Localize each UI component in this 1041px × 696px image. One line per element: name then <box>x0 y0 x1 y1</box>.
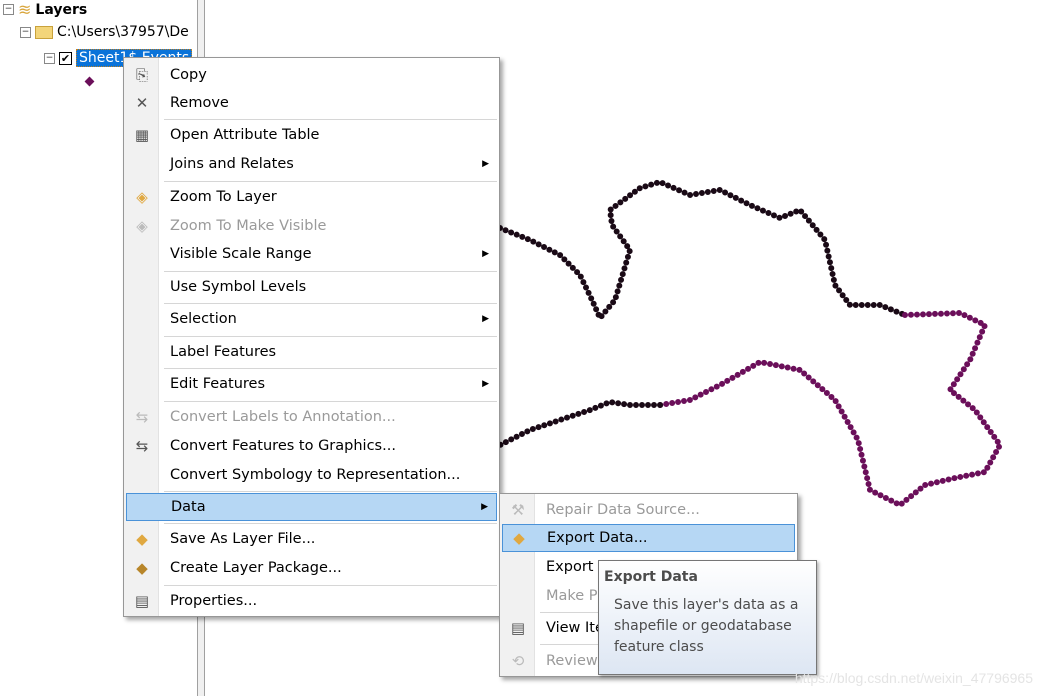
menu-separator <box>164 336 497 337</box>
menu-item-label: Export <box>546 559 594 575</box>
menu-item-label: Edit Features <box>170 376 266 392</box>
folder-icon <box>35 25 53 39</box>
repair-icon: ⚒ <box>511 501 525 519</box>
collapse-icon[interactable]: − <box>3 4 14 15</box>
menu-item-label: Use Symbol Levels <box>170 279 307 295</box>
document-icon: ▤ <box>510 619 526 637</box>
menu-item-remove[interactable]: ✕ Remove <box>126 89 497 117</box>
menu-item-convert-features-to-graphics[interactable]: ⇆ Convert Features to Graphics... <box>126 432 497 460</box>
menu-item-convert-labels-to-annotation[interactable]: ⇆ Convert Labels to Annotation... <box>126 403 497 431</box>
convert-labels-icon: ⇆ <box>135 408 149 426</box>
menu-item-label: Convert Symbology to Representation... <box>170 467 461 483</box>
menu-separator <box>164 491 497 492</box>
menu-item-visible-scale-range[interactable]: Visible Scale Range ▶ <box>126 240 497 268</box>
layer-checkbox[interactable]: ✔ <box>59 51 72 65</box>
layers-icon: ≋ <box>18 0 32 19</box>
menu-separator <box>164 368 497 369</box>
layer-file-icon: ◆ <box>136 530 148 548</box>
map-line-upper <box>497 178 908 324</box>
menu-item-use-symbol-levels[interactable]: Use Symbol Levels <box>126 273 497 301</box>
collapse-icon[interactable]: − <box>20 26 31 38</box>
copy-icon: ⎘ <box>135 66 148 84</box>
menu-item-label: Convert Labels to Annotation... <box>170 409 396 425</box>
map-line-upper-east <box>657 309 1004 509</box>
menu-item-selection[interactable]: Selection ▶ <box>126 305 497 333</box>
menu-item-convert-symbology-to-representation[interactable]: Convert Symbology to Representation... <box>126 461 497 489</box>
toc-folder[interactable]: − C:\Users\37957\De <box>20 24 189 40</box>
remove-x-icon: ✕ <box>135 94 149 112</box>
table-icon: ▦ <box>134 126 150 144</box>
menu-item-label-features[interactable]: Label Features <box>126 338 497 366</box>
menu-item-label: Properties... <box>170 593 258 609</box>
folder-label: C:\Users\37957\De <box>57 24 189 40</box>
toc-root[interactable]: − ≋ Layers <box>3 0 87 19</box>
menu-separator <box>164 401 497 402</box>
menu-item-label: Open Attribute Table <box>170 127 320 143</box>
menu-item-create-layer-package[interactable]: ◆ Create Layer Package... <box>126 554 497 582</box>
tooltip: Export Data Save this layer's data as a … <box>598 560 817 675</box>
point-symbol-icon <box>84 76 95 87</box>
layer-context-menu: ⎘ Copy ✕ Remove ▦ Open Attribute Table Joins a… <box>123 57 500 617</box>
zoom-visible-icon: ◈ <box>136 217 148 235</box>
submenu-arrow-icon: ▶ <box>482 379 489 389</box>
submenu-arrow-icon: ▶ <box>481 502 488 512</box>
menu-item-label: Visible Scale Range <box>170 246 312 262</box>
properties-icon: ▤ <box>134 592 150 610</box>
tooltip-title: Export Data <box>604 569 698 585</box>
menu-separator <box>164 181 497 182</box>
menu-item-edit-features[interactable]: Edit Features ▶ <box>126 370 497 398</box>
submenu-item-export-data[interactable]: ◆ Export Data... <box>502 524 795 552</box>
menu-separator <box>164 271 497 272</box>
menu-item-zoom-to-make-visible[interactable]: ◈ Zoom To Make Visible <box>126 212 497 240</box>
submenu-arrow-icon: ▶ <box>482 314 489 324</box>
menu-separator <box>164 119 497 120</box>
menu-separator <box>164 303 497 304</box>
map-line-lower <box>497 398 663 448</box>
layers-label: Layers <box>35 1 88 18</box>
menu-separator <box>164 523 497 524</box>
menu-item-save-as-layer-file[interactable]: ◆ Save As Layer File... <box>126 525 497 553</box>
menu-item-properties[interactable]: ▤ Properties... <box>126 587 497 615</box>
collapse-icon[interactable]: − <box>44 52 55 64</box>
menu-item-label: Create Layer Package... <box>170 560 342 576</box>
zoom-layer-icon: ◈ <box>136 188 148 206</box>
menu-item-zoom-to-layer[interactable]: ◈ Zoom To Layer <box>126 183 497 211</box>
menu-item-label: Review/ <box>546 653 603 669</box>
convert-graphics-icon: ⇆ <box>135 437 149 455</box>
menu-item-label: Export Data... <box>547 530 648 546</box>
menu-separator <box>164 585 497 586</box>
review-icon: ⟲ <box>511 652 525 670</box>
menu-item-label: Data <box>171 499 206 515</box>
submenu-item-repair-data-source[interactable]: ⚒ Repair Data Source... <box>502 496 795 524</box>
tooltip-body: Save this layer's data as a shapefile or… <box>614 597 799 655</box>
menu-item-label: Make P <box>546 588 598 604</box>
menu-item-label: View Ite <box>546 620 604 636</box>
menu-item-label: Repair Data Source... <box>546 502 700 518</box>
menu-item-label: Remove <box>170 95 229 111</box>
watermark: https://blog.csdn.net/weixin_47796965 <box>794 670 1033 686</box>
menu-item-label: Joins and Relates <box>170 156 294 172</box>
export-data-icon: ◆ <box>513 529 525 547</box>
menu-item-label: Zoom To Make Visible <box>170 218 327 234</box>
menu-item-label: Label Features <box>170 344 277 360</box>
menu-item-data[interactable]: Data ▶ <box>126 493 497 521</box>
menu-item-joins-and-relates[interactable]: Joins and Relates ▶ <box>126 150 497 178</box>
menu-item-label: Zoom To Layer <box>170 189 277 205</box>
submenu-arrow-icon: ▶ <box>482 249 489 259</box>
menu-item-label: Selection <box>170 311 237 327</box>
menu-item-copy[interactable]: ⎘ Copy <box>126 61 497 89</box>
menu-item-label: Save As Layer File... <box>170 531 316 547</box>
submenu-arrow-icon: ▶ <box>482 159 489 169</box>
menu-item-open-attribute-table[interactable]: ▦ Open Attribute Table <box>126 121 497 149</box>
menu-item-label: Convert Features to Graphics... <box>170 438 396 454</box>
menu-item-label: Copy <box>170 67 207 83</box>
layer-package-icon: ◆ <box>136 559 148 577</box>
